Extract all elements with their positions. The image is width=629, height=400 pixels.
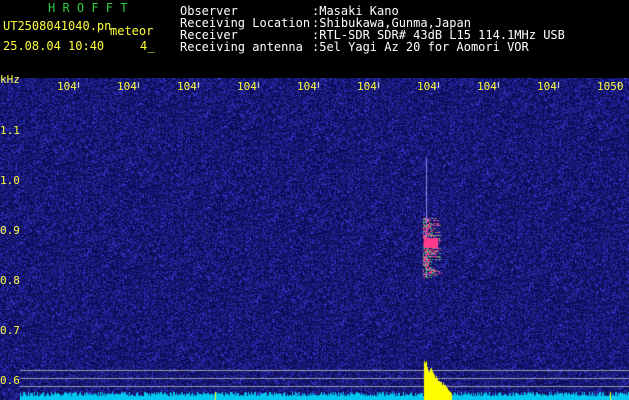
- date-time: 25.08.04 10:40: [3, 39, 105, 53]
- app-logo: H R O F F T: [48, 1, 128, 15]
- mode-label: meteor: [110, 24, 154, 38]
- header-panel: H R O F F T UT2508041040.pn meteor 25.08…: [0, 0, 629, 78]
- spectrogram-canvas: [0, 78, 629, 400]
- antenna-value: :5el Yagi Az 20 for Aomori VOR: [312, 40, 529, 54]
- counter: 4_: [140, 39, 155, 53]
- filename: UT2508041040.pn: [3, 19, 112, 33]
- antenna-label: Receiving antenna: [180, 40, 303, 54]
